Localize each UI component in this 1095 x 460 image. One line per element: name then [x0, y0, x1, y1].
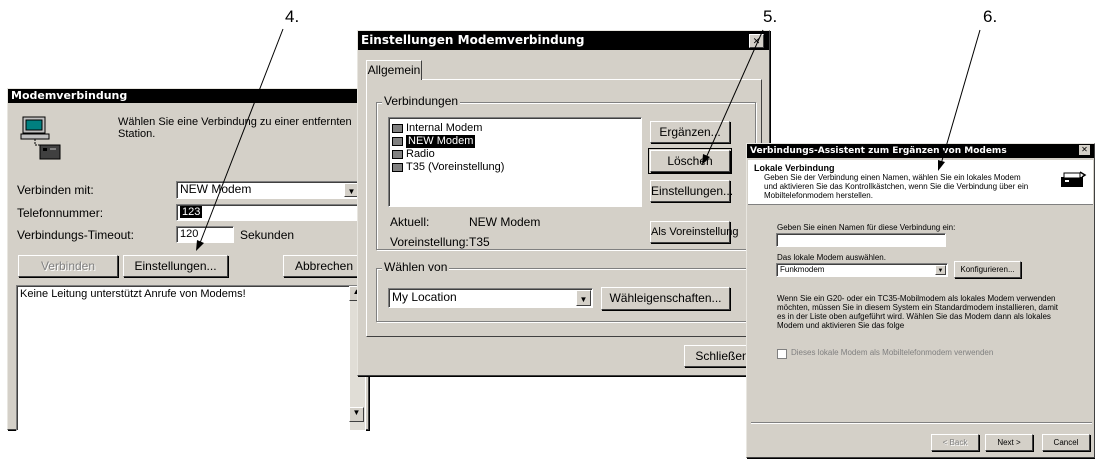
callout-line-6	[940, 29, 981, 165]
callout-line-5	[705, 29, 764, 159]
callout-line-4	[199, 28, 284, 244]
callout-arrow-4	[196, 240, 204, 251]
callout-lines	[196, 28, 981, 251]
callout-arrow-6	[938, 160, 945, 171]
callout-arrow-5	[702, 154, 710, 165]
